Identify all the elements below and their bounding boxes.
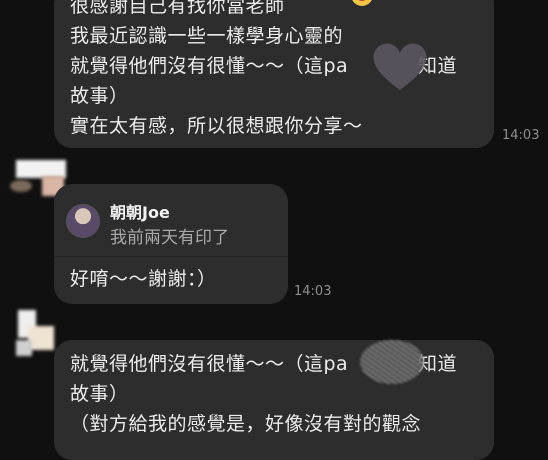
avatar-blur-block [10,180,32,192]
heart-sticker-icon [373,43,427,90]
message-line: 實在太有感，所以很想跟你分享～ [70,115,363,137]
reply-divider [54,256,288,257]
message-line: 就覺得他們沒有很懂～～（這pa [70,353,349,375]
message-line: 故事） [70,85,129,107]
message-line-tail: 知道 [418,353,458,375]
message-line: 就覺得他們沒有很懂～～（這pa [70,55,349,77]
message-text: 好唷～～謝謝：） [70,268,217,290]
avatar-blur-block [16,340,32,356]
message-timestamp: 14:03 [502,128,540,143]
reply-quote[interactable]: 朝朝Joe 我前兩天有印了 [66,196,276,254]
message-bubble-3[interactable]: 就覺得他們沒有很懂～～（這pa 知道 故事） （對方給我的感覺是，好像沒有對的觀… [54,340,494,460]
reply-text: 我前兩天有印了 [110,228,229,248]
grinning-face-emoji-icon [351,0,373,6]
reply-avatar [66,204,100,238]
redaction-scribble-icon [360,340,424,384]
message-line: 故事） [70,383,129,405]
message-line: 我最近認識一些一樣學身心靈的 [70,25,344,47]
reply-sender-name: 朝朝Joe [110,203,170,222]
message-line: （對方給我的感覺是，好像沒有對的觀念 [70,413,422,435]
sender-avatar[interactable] [10,308,58,362]
message-timestamp: 14:03 [294,284,332,299]
message-line: 很感謝自己有找你當老師 [70,0,285,17]
